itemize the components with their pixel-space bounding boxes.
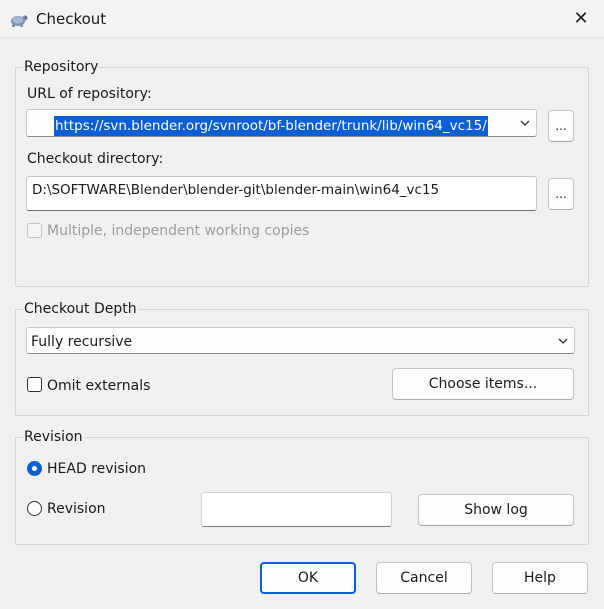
multiple-working-copies-checkbox[interactable] bbox=[27, 223, 42, 238]
revision-group bbox=[15, 437, 589, 545]
window-title: Checkout bbox=[36, 10, 107, 28]
revision-radio[interactable] bbox=[27, 501, 42, 516]
chevron-down-icon[interactable] bbox=[518, 116, 532, 130]
close-icon: ✕ bbox=[573, 8, 589, 29]
checkout-directory-input[interactable]: D:\SOFTWARE\Blender\blender-git\blender-… bbox=[26, 176, 537, 211]
ok-button[interactable]: OK bbox=[260, 562, 356, 594]
revision-group-label: Revision bbox=[23, 428, 84, 446]
cancel-label: Cancel bbox=[400, 570, 448, 586]
dir-browse-button[interactable]: ... bbox=[548, 178, 574, 210]
url-browse-label: ... bbox=[555, 119, 567, 133]
checkout-depth-value: Fully recursive bbox=[31, 334, 133, 350]
show-log-label: Show log bbox=[464, 502, 528, 518]
repository-group-label: Repository bbox=[23, 58, 100, 76]
checkout-directory-value: D:\SOFTWARE\Blender\blender-git\blender-… bbox=[32, 182, 440, 198]
dir-label: Checkout directory: bbox=[27, 151, 164, 167]
dir-browse-label: ... bbox=[555, 187, 567, 201]
help-label: Help bbox=[524, 570, 556, 586]
head-revision-label: HEAD revision bbox=[47, 461, 147, 477]
checkout-depth-group-label: Checkout Depth bbox=[23, 300, 138, 318]
multiple-working-copies-label: Multiple, independent working copies bbox=[47, 223, 310, 239]
chevron-down-icon bbox=[558, 338, 568, 344]
checkout-depth-select[interactable]: Fully recursive bbox=[26, 327, 575, 354]
url-combobox[interactable]: https://svn.blender.org/svnroot/bf-blend… bbox=[26, 109, 537, 137]
revision-input[interactable] bbox=[201, 492, 392, 527]
revision-label: Revision bbox=[47, 501, 106, 517]
omit-externals-checkbox[interactable] bbox=[27, 377, 42, 392]
choose-items-label: Choose items... bbox=[428, 376, 538, 392]
tortoise-svn-icon bbox=[11, 15, 28, 27]
help-button[interactable]: Help bbox=[492, 562, 588, 594]
choose-items-button[interactable]: Choose items... bbox=[392, 368, 574, 400]
url-input-selected-text: https://svn.blender.org/svnroot/bf-blend… bbox=[54, 116, 488, 136]
close-button[interactable]: ✕ bbox=[566, 5, 596, 33]
url-browse-button[interactable]: ... bbox=[548, 110, 574, 142]
show-log-button[interactable]: Show log bbox=[418, 494, 574, 526]
url-label: URL of repository: bbox=[27, 86, 152, 102]
omit-externals-label: Omit externals bbox=[47, 378, 151, 394]
ok-label: OK bbox=[297, 570, 319, 586]
head-revision-radio[interactable] bbox=[27, 461, 42, 476]
cancel-button[interactable]: Cancel bbox=[376, 562, 472, 594]
